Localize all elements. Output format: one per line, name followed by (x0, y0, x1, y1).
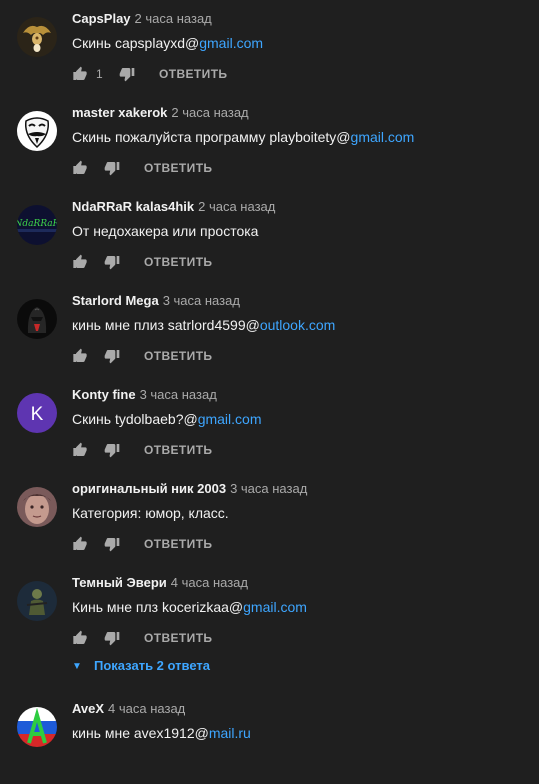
comment-item: Starlord Mega 3 часа назад кинь мне плиз … (0, 282, 539, 376)
avatar[interactable] (17, 17, 57, 57)
comment-item: AveX 4 часа назад кинь мне avex1912@mail.… (0, 690, 539, 784)
dislike-button[interactable] (119, 65, 139, 83)
reply-button[interactable]: ОТВЕТИТЬ (144, 631, 212, 645)
avatar[interactable] (17, 487, 57, 527)
dislike-button[interactable] (104, 629, 124, 647)
avatar-text: NdaRRaR (17, 219, 57, 229)
comment-item: Темный Эвери 4 часа назад Кинь мне плз ko… (0, 564, 539, 658)
like-button[interactable] (72, 65, 92, 83)
thumb-up-icon (73, 536, 87, 550)
comment-time[interactable]: 2 часа назад (198, 199, 275, 214)
anonymous-mask-icon (17, 111, 57, 151)
comment-text: Скинь пожалуйста программу playboitety@g… (72, 129, 415, 145)
comment-item: master xakerok 2 часа назад Скинь пожалуй… (0, 94, 539, 188)
comment-text: Скинь capsplayxd@gmail.com (72, 35, 264, 51)
reply-button[interactable]: ОТВЕТИТЬ (144, 161, 212, 175)
thumb-up-icon (73, 66, 87, 80)
comment-text: От недохакера или простока (72, 223, 259, 239)
comment-item: NdaRRaR NdaRRaR kalas4hik 2 часа назад От… (0, 188, 539, 282)
comment-time[interactable]: 4 часа назад (171, 575, 248, 590)
comment-time[interactable]: 2 часа назад (135, 11, 212, 26)
comment-text: кинь мне плиз satrlord4599@outlook.com (72, 317, 336, 333)
comment-item: CapsPlay 2 часа назад Скинь capsplayxd@gm… (0, 0, 539, 94)
comment-author[interactable]: CapsPlay (72, 11, 131, 26)
dislike-button[interactable] (104, 159, 124, 177)
comment-time[interactable]: 3 часа назад (163, 293, 240, 308)
thumb-up-icon (73, 160, 87, 174)
thumb-down-icon (104, 444, 120, 458)
comment-time[interactable]: 2 часа назад (171, 105, 248, 120)
dislike-button[interactable] (104, 535, 124, 553)
like-button[interactable] (72, 441, 92, 459)
thumb-up-icon (73, 442, 87, 456)
comment-time[interactable]: 3 часа назад (140, 387, 217, 402)
thumb-down-icon (104, 162, 120, 176)
reply-button[interactable]: ОТВЕТИТЬ (144, 537, 212, 551)
comment-author[interactable]: NdaRRaR kalas4hik (72, 199, 194, 214)
thumb-down-icon (104, 350, 120, 364)
reply-button[interactable]: ОТВЕТИТЬ (144, 443, 212, 457)
thumb-up-icon (73, 630, 87, 644)
avatar[interactable] (17, 299, 57, 339)
reply-button[interactable]: ОТВЕТИТЬ (144, 255, 212, 269)
comment-item: K Konty fine 3 часа назад Скинь tydolbaeb… (0, 376, 539, 470)
show-replies-label: Показать 2 ответа (94, 658, 210, 673)
ornate-medallion-icon (17, 17, 57, 57)
letter-avatar: K (17, 393, 57, 433)
thumb-down-icon (104, 632, 120, 646)
comment-author[interactable]: Темный Эвери (72, 575, 167, 590)
dislike-button[interactable] (104, 253, 124, 271)
avatar[interactable]: NdaRRaR (17, 205, 57, 245)
dislike-button[interactable] (104, 347, 124, 365)
email-domain-link[interactable]: mail.ru (209, 725, 251, 741)
comment-item: оригинальный ник 2003 3 часа назад Катего… (0, 470, 539, 564)
comment-author[interactable]: AveX (72, 701, 104, 716)
email-domain-link[interactable]: gmail.com (243, 599, 307, 615)
ndarrar-logo: NdaRRaR (17, 205, 57, 245)
like-button[interactable] (72, 253, 92, 271)
avatar[interactable] (17, 111, 57, 151)
comment-time[interactable]: 4 часа назад (108, 701, 185, 716)
avatar[interactable]: K (17, 393, 57, 433)
chevron-down-icon: ▼ (72, 661, 82, 672)
email-domain-link[interactable]: gmail.com (199, 35, 263, 51)
comment-author[interactable]: master xakerok (72, 105, 167, 120)
like-button[interactable] (72, 629, 92, 647)
comment-author[interactable]: оригинальный ник 2003 (72, 481, 226, 496)
email-domain-link[interactable]: gmail.com (198, 411, 262, 427)
thumb-up-icon (73, 254, 87, 268)
like-button[interactable] (72, 535, 92, 553)
like-button[interactable] (72, 347, 92, 365)
face-photo-icon (17, 487, 57, 527)
tricolor-letter-icon (17, 707, 57, 747)
show-replies-button[interactable]: ▼ Показать 2 ответа (72, 658, 210, 674)
like-count: 1 (96, 67, 103, 81)
thumb-down-icon (119, 68, 135, 82)
email-domain-link[interactable]: gmail.com (351, 129, 415, 145)
comment-text: Кинь мне плз kocerizkaa@gmail.com (72, 599, 307, 615)
avatar[interactable] (17, 707, 57, 747)
soldier-figure-icon (17, 581, 57, 621)
like-button[interactable] (72, 159, 92, 177)
thumb-down-icon (104, 256, 120, 270)
comment-text: кинь мне avex1912@mail.ru (72, 725, 251, 741)
thumb-up-icon (73, 348, 87, 362)
dislike-button[interactable] (104, 441, 124, 459)
dark-helmet-icon (17, 299, 57, 339)
avatar[interactable] (17, 581, 57, 621)
reply-button[interactable]: ОТВЕТИТЬ (159, 67, 227, 81)
reply-button[interactable]: ОТВЕТИТЬ (144, 349, 212, 363)
comment-time[interactable]: 3 часа назад (230, 481, 307, 496)
email-domain-link[interactable]: outlook.com (260, 317, 335, 333)
comment-text: Категория: юмор, класс. (72, 505, 229, 521)
avatar-letter: K (31, 404, 44, 425)
comment-author[interactable]: Starlord Mega (72, 293, 159, 308)
thumb-down-icon (104, 538, 120, 552)
comments-list: CapsPlay 2 часа назад Скинь capsplayxd@gm… (0, 0, 539, 747)
comment-text: Скинь tydolbaeb?@gmail.com (72, 411, 262, 427)
comment-author[interactable]: Konty fine (72, 387, 136, 402)
